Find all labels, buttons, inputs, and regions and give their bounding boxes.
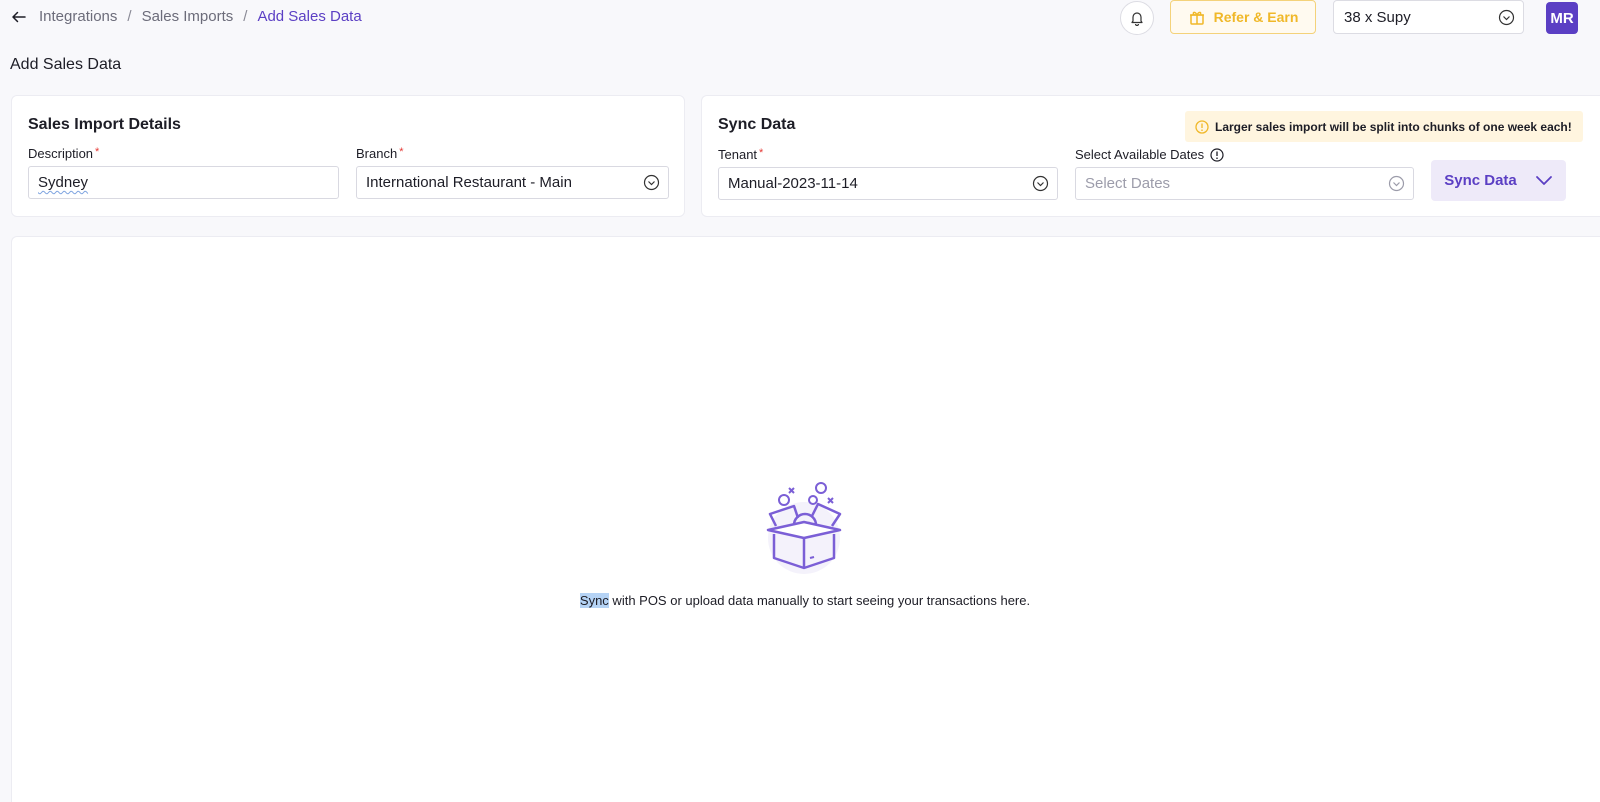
sales-import-details-card: Sales Import Details Description * Sydney…: [11, 95, 685, 217]
breadcrumb-separator: /: [243, 8, 248, 25]
notifications-button[interactable]: [1120, 1, 1154, 35]
sync-data-title: Sync Data: [718, 116, 796, 133]
chunk-warning-text: Larger sales import will be split into c…: [1215, 119, 1572, 134]
empty-state-message-rest: with POS or upload data manually to star…: [608, 593, 1031, 608]
branch-label: Branch *: [356, 146, 403, 161]
branch-value: International Restaurant - Main: [366, 174, 572, 191]
gift-icon: [1189, 11, 1204, 25]
sales-import-details-title: Sales Import Details: [28, 116, 181, 133]
required-mark: *: [759, 147, 764, 159]
user-avatar[interactable]: MR: [1546, 2, 1578, 34]
refer-and-earn-button[interactable]: Refer & Earn: [1170, 0, 1316, 34]
dates-placeholder: Select Dates: [1085, 175, 1171, 192]
open-box-icon: [766, 482, 842, 574]
breadcrumb-integrations[interactable]: Integrations: [39, 8, 117, 25]
sync-data-button[interactable]: Sync Data: [1431, 160, 1566, 201]
description-value: Sydney: [38, 174, 89, 191]
breadcrumb: Integrations / Sales Imports / Add Sales…: [39, 8, 362, 25]
info-icon[interactable]: [1210, 147, 1224, 162]
branch-label-text: Branch: [356, 146, 398, 161]
chunk-warning-banner: Larger sales import will be split into c…: [1185, 111, 1583, 142]
breadcrumb-add-sales-data: Add Sales Data: [257, 8, 362, 25]
dates-label-text: Select Available Dates: [1075, 147, 1205, 162]
dates-label: Select Available Dates: [1075, 147, 1224, 162]
breadcrumb-sales-imports[interactable]: Sales Imports: [142, 8, 234, 25]
arrow-left-icon[interactable]: [10, 8, 28, 26]
tenant-select[interactable]: Manual-2023-11-14: [718, 167, 1058, 200]
tenant-label-text: Tenant: [718, 147, 758, 162]
bell-icon: [1131, 12, 1143, 26]
chevron-down-circle-icon: [643, 174, 660, 191]
breadcrumb-separator: /: [127, 8, 132, 25]
empty-state-message: Sync with POS or upload data manually to…: [0, 593, 1600, 608]
sync-data-button-label: Sync Data: [1444, 172, 1517, 189]
tenant-label: Tenant *: [718, 147, 763, 162]
refer-label: Refer & Earn: [1213, 9, 1299, 25]
description-input[interactable]: Sydney: [28, 166, 339, 199]
top-bar: Integrations / Sales Imports / Add Sales…: [0, 0, 1600, 36]
chevron-down-icon: [1535, 175, 1552, 185]
dates-select[interactable]: Select Dates: [1075, 167, 1414, 200]
page-title: Add Sales Data: [10, 56, 122, 73]
chevron-down-circle-icon: [1388, 175, 1405, 192]
tenant-value: Manual-2023-11-14: [728, 175, 858, 192]
required-mark: *: [399, 146, 404, 158]
description-label: Description *: [28, 146, 99, 161]
organization-select[interactable]: 38 x Supy: [1333, 0, 1524, 34]
chevron-down-circle-icon: [1032, 175, 1049, 192]
warning-icon: [1195, 119, 1209, 134]
required-mark: *: [95, 146, 100, 158]
organization-value: 38 x Supy: [1344, 9, 1411, 26]
description-label-text: Description: [28, 146, 94, 161]
chevron-down-circle-icon: [1498, 9, 1515, 26]
highlighted-word: Sync: [579, 593, 609, 608]
branch-select[interactable]: International Restaurant - Main: [356, 166, 669, 199]
